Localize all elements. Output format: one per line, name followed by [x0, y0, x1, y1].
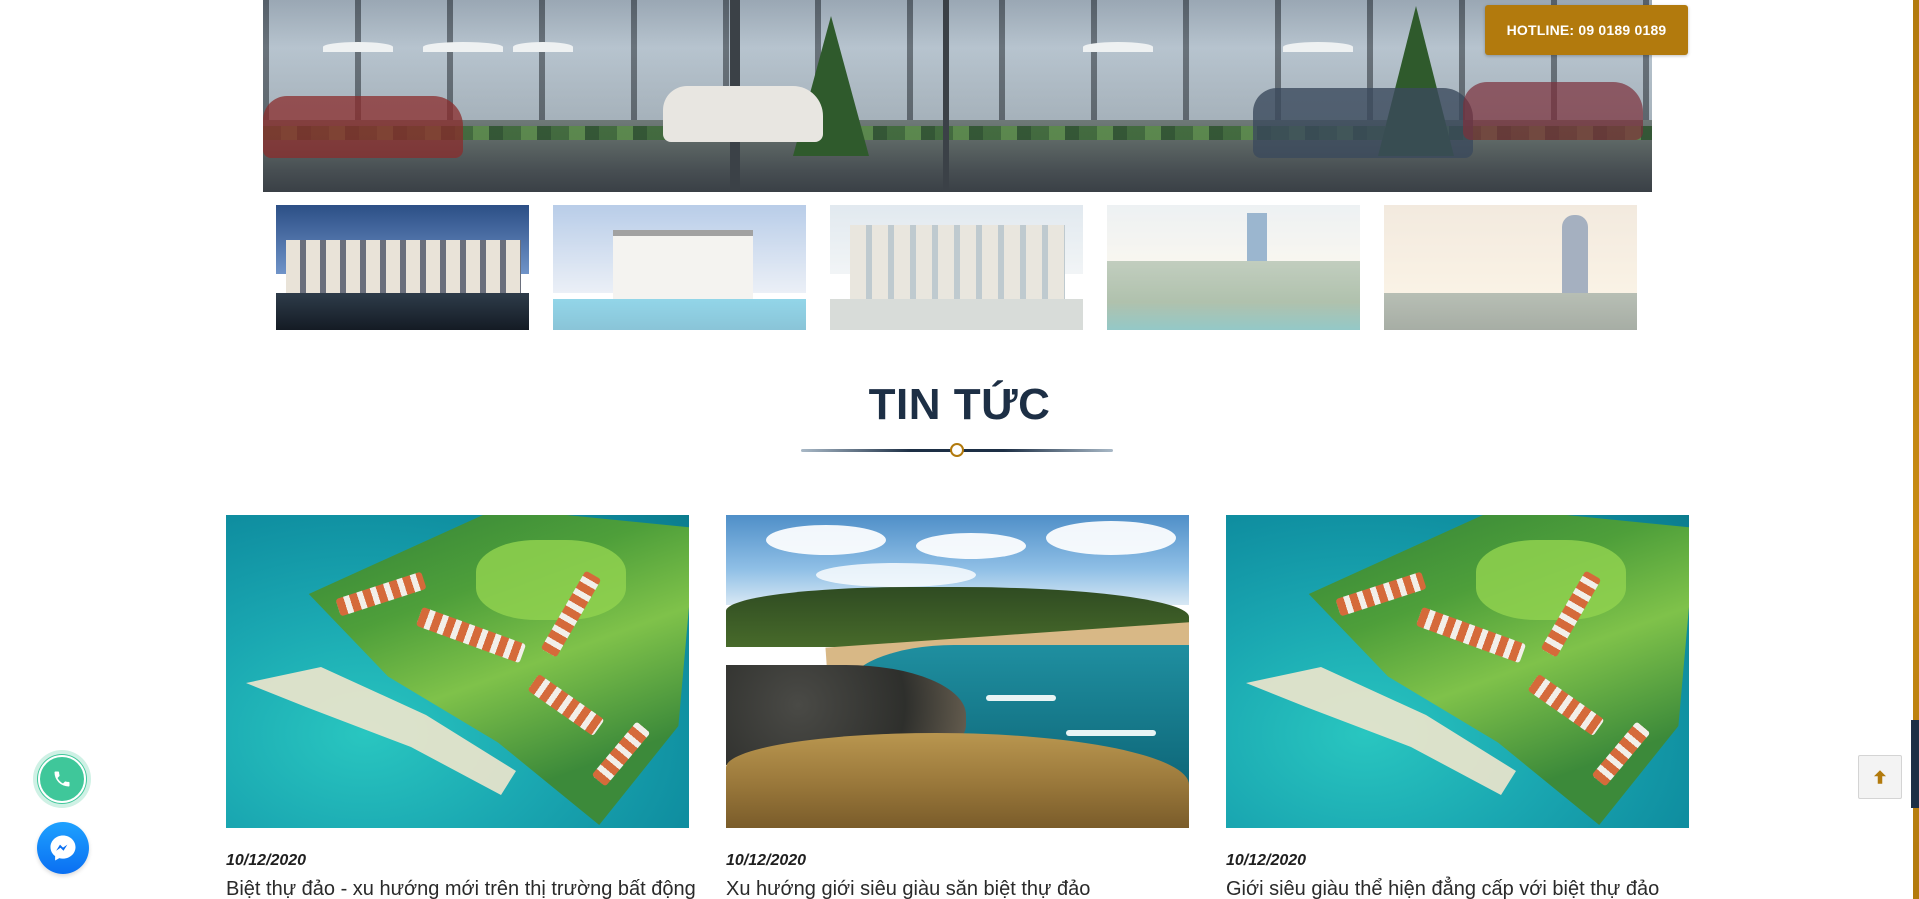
hero-banner-image [263, 0, 1652, 192]
thumb-building [286, 240, 521, 300]
hero-car [663, 86, 823, 142]
title-divider [801, 443, 1113, 457]
thumb-ground [1384, 292, 1637, 330]
messenger-button[interactable] [37, 822, 89, 874]
messenger-icon [50, 835, 76, 861]
call-button[interactable] [33, 750, 91, 808]
news-card: 10/12/2020 Xu hướng giới siêu giàu săn b… [726, 515, 1189, 899]
news-image-island-aerial[interactable] [226, 515, 689, 828]
thumb-building [850, 225, 1065, 305]
news-date: 10/12/2020 [226, 852, 307, 869]
gallery-thumbnails [276, 205, 1640, 330]
hero-car [1253, 88, 1473, 158]
news-card: 10/12/2020 Giới siêu giàu thể hiện đẳng … [1226, 515, 1689, 899]
news-image-coastal-beach[interactable] [726, 515, 1189, 828]
wave-foam [986, 695, 1056, 701]
cloud [766, 525, 886, 555]
thumb-tower-sunset[interactable] [1384, 205, 1637, 330]
thumb-tower [1562, 215, 1588, 310]
hero-umbrella [423, 42, 503, 52]
hero-car [263, 96, 463, 158]
thumb-villa-pool[interactable] [553, 205, 806, 330]
wave-foam [1066, 730, 1156, 736]
thumb-sky [1107, 205, 1360, 262]
thumb-pool [553, 298, 806, 330]
thumb-ground [830, 298, 1083, 330]
news-date: 10/12/2020 [726, 852, 807, 869]
hero-umbrella [1083, 42, 1153, 52]
back-to-top-button[interactable] [1858, 755, 1902, 799]
call-button-inner [38, 755, 86, 803]
hero-umbrella [1283, 42, 1353, 52]
cloud [816, 563, 976, 587]
hero-car [1463, 82, 1643, 140]
news-title-link[interactable]: Xu hướng giới siêu giàu săn biệt thự đảo [726, 878, 1196, 899]
thumb-villa [613, 230, 753, 300]
thumb-street [276, 292, 529, 330]
island-golf-course [476, 540, 626, 620]
news-section-title: TIN TỨC [868, 380, 1051, 429]
thumb-tower [1247, 213, 1267, 273]
cloud [916, 533, 1026, 559]
thumb-shophouse-night[interactable] [276, 205, 529, 330]
hero-lamp-pole [943, 0, 949, 192]
thumb-shophouse-day[interactable] [830, 205, 1083, 330]
hero-umbrella [513, 42, 573, 52]
title-divider-dot [950, 443, 964, 457]
page: HOTLINE: 09 0189 0189 TIN TỨC 10/12/2020… [0, 0, 1919, 899]
news-title-link[interactable]: Biệt thự đảo - xu hướng mới trên thị trư… [226, 878, 696, 899]
thumb-sky [553, 205, 806, 293]
phone-icon [54, 771, 70, 787]
scrollbar-thumb[interactable] [1911, 720, 1919, 808]
news-image-island-aerial[interactable] [1226, 515, 1689, 828]
hotline-button[interactable]: HOTLINE: 09 0189 0189 [1485, 5, 1688, 55]
hero-umbrella [323, 42, 393, 52]
thumb-sky [1384, 205, 1637, 293]
news-date: 10/12/2020 [1226, 852, 1307, 869]
island-golf-course [1476, 540, 1626, 620]
thumb-aerial-city[interactable] [1107, 205, 1360, 330]
cloud [1046, 521, 1176, 555]
thumb-sky [830, 205, 1083, 274]
news-title-link[interactable]: Giới siêu giàu thể hiện đẳng cấp với biệ… [1226, 878, 1696, 899]
arrow-up-icon [1874, 770, 1886, 784]
thumb-ground [1107, 261, 1360, 330]
news-card: 10/12/2020 Biệt thự đảo - xu hướng mới t… [226, 515, 696, 899]
